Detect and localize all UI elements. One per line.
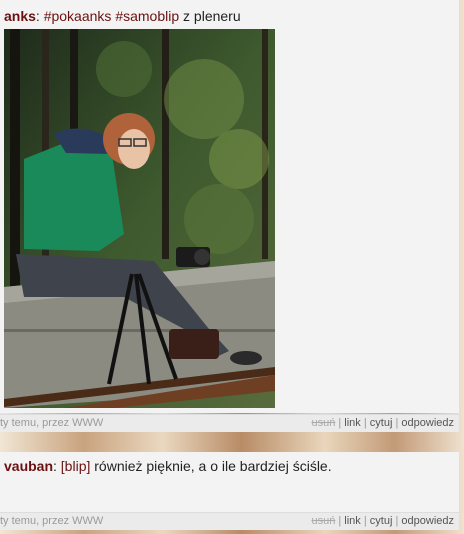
post-meta-vauban: ty temu, przez WWW usuń | link | cytuj |…	[0, 512, 459, 530]
author-link[interactable]: anks	[4, 8, 36, 24]
reply-link[interactable]: odpowiedz	[401, 417, 454, 429]
post-anks: anks: #pokaanks #samoblip z pleneru	[0, 0, 459, 413]
post-text: vauban: [blip] również pięknie, a o ile …	[4, 457, 332, 475]
post-time-source: ty temu, przez WWW	[0, 417, 104, 429]
reply-link[interactable]: odpowiedz	[401, 515, 454, 527]
post-time-source: ty temu, przez WWW	[0, 515, 104, 527]
tag-link-blip[interactable]: [blip]	[61, 458, 91, 474]
quote-link[interactable]: cytuj	[370, 417, 393, 429]
permalink-link[interactable]: link	[344, 417, 361, 429]
action-separator: |	[395, 417, 399, 429]
action-separator: |	[363, 515, 367, 527]
tag-link-samoblip[interactable]: #samoblip	[115, 8, 179, 24]
action-separator: |	[395, 515, 399, 527]
delete-link[interactable]: usuń	[311, 515, 335, 527]
post-photo[interactable]	[4, 29, 275, 408]
post-text: anks: #pokaanks #samoblip z pleneru	[4, 7, 241, 25]
action-separator: |	[338, 515, 342, 527]
post-body-text: również pięknie, a o ile bardziej ściśle…	[94, 458, 332, 474]
quote-link[interactable]: cytuj	[370, 515, 393, 527]
post-body-text: z pleneru	[183, 8, 241, 24]
post-actions: usuń | link | cytuj | odpowiedz	[311, 513, 454, 530]
author-separator: :	[35, 8, 40, 24]
delete-link[interactable]: usuń	[311, 417, 335, 429]
photo-image	[4, 29, 275, 408]
tag-link-pokaanks[interactable]: #pokaanks	[44, 8, 112, 24]
author-link[interactable]: vauban	[4, 458, 53, 474]
author-separator: :	[53, 458, 57, 474]
post-vauban: vauban: [blip] również pięknie, a o ile …	[0, 452, 459, 512]
action-separator: |	[363, 417, 367, 429]
post-actions: usuń | link | cytuj | odpowiedz	[311, 415, 454, 432]
permalink-link[interactable]: link	[344, 515, 361, 527]
post-meta-anks: ty temu, przez WWW usuń | link | cytuj |…	[0, 414, 459, 432]
action-separator: |	[338, 417, 342, 429]
